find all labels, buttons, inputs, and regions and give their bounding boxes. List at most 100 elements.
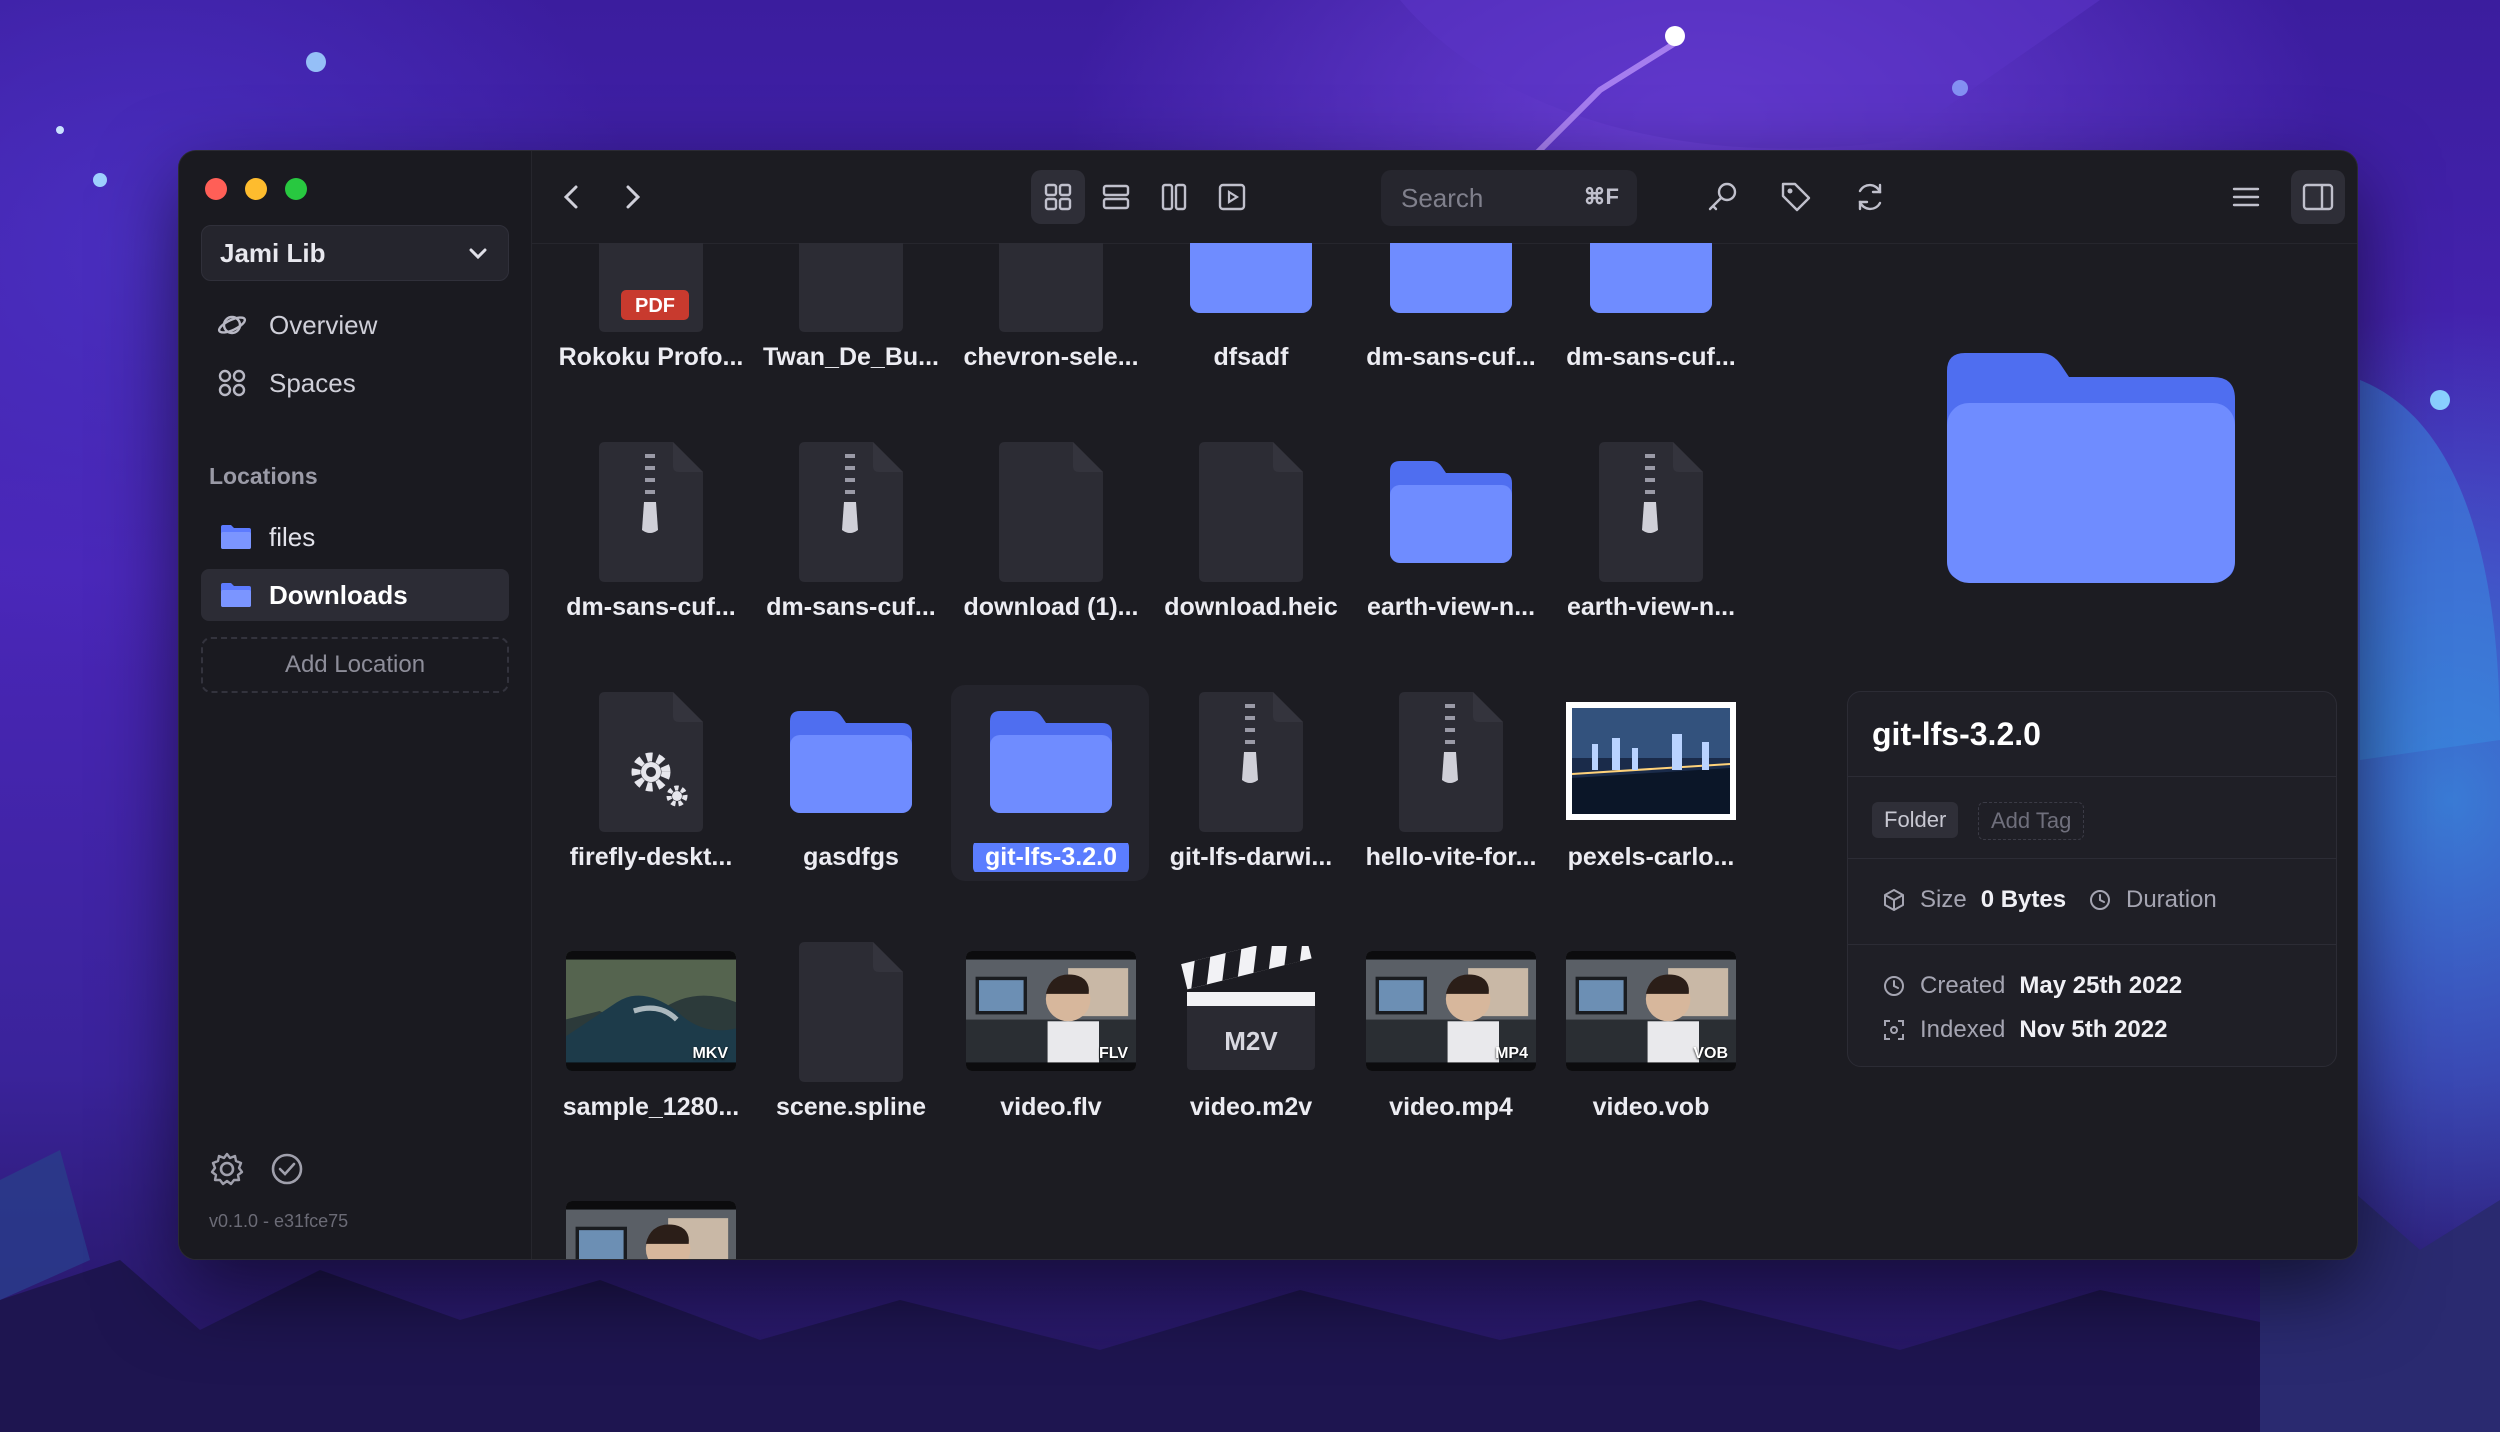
duration-row: Duration: [2088, 886, 2217, 914]
file-name-text: download.heic: [1164, 593, 1338, 621]
gear-icon[interactable]: [209, 1151, 245, 1187]
kind-badge: Folder: [1872, 802, 1959, 838]
file-item[interactable]: download.heic: [1151, 441, 1351, 641]
location-downloads[interactable]: Downloads: [201, 569, 509, 621]
zoom-window-button[interactable]: [285, 178, 307, 200]
scan-icon: [1884, 1020, 1904, 1040]
file-item[interactable]: VOB video.vob: [1551, 941, 1751, 1141]
file-name-text: firefly-deskt...: [569, 843, 733, 871]
file-name: video.m2v: [1141, 1093, 1361, 1122]
list-view-button[interactable]: [1089, 170, 1143, 224]
search-field[interactable]: ⌘F: [1381, 170, 1637, 226]
file-item[interactable]: dm-sans-cuf...: [551, 441, 751, 641]
file-name-text: earth-view-n...: [1566, 593, 1736, 621]
add-tag-button[interactable]: Add Tag: [1978, 802, 2085, 840]
grid-circles-icon: [218, 369, 246, 397]
sidebar-item-overview[interactable]: Overview: [217, 305, 377, 345]
executable-file-icon: [551, 691, 751, 832]
library-selector[interactable]: Jami Lib: [201, 225, 509, 281]
video-thumbnail: FLV: [951, 941, 1151, 1081]
back-button[interactable]: [545, 170, 599, 224]
file-item[interactable]: hello-vite-for...: [1351, 691, 1551, 891]
file-name-text: git-lfs-3.2.0: [973, 843, 1129, 872]
file-item[interactable]: git-lfs-darwi...: [1151, 691, 1351, 891]
folder-icon: [1351, 243, 1551, 331]
file-name: Rokoku Profo...: [541, 343, 761, 372]
video-thumbnail: [551, 1191, 751, 1259]
file-name-text: pexels-carlo...: [1567, 843, 1735, 871]
file-item[interactable]: dm-sans-cuf...: [751, 441, 951, 641]
file-name-text: dm-sans-cuf...: [766, 593, 936, 621]
clock-icon: [1884, 976, 1904, 996]
close-window-button[interactable]: [205, 178, 227, 200]
size-row: Size 0 Bytes: [1882, 886, 2066, 914]
folder-icon: [221, 525, 251, 549]
file-item[interactable]: gasdfgs: [751, 691, 951, 891]
indexed-row: Indexed Nov 5th 2022: [1882, 1016, 2167, 1044]
duration-label: Duration: [2126, 886, 2217, 913]
forward-button[interactable]: [605, 170, 659, 224]
file-item[interactable]: dm-sans-cuf...: [1551, 243, 1751, 391]
created-label: Created: [1920, 972, 2006, 999]
file-item[interactable]: git-lfs-3.2.0: [951, 685, 1151, 891]
file-item[interactable]: scene.spline: [751, 941, 951, 1141]
file-item[interactable]: dm-sans-cuf...: [1351, 243, 1551, 391]
file-name: dm-sans-cuf...: [541, 593, 761, 622]
file-name-text: chevron-sele...: [963, 343, 1139, 371]
key-icon: [1708, 182, 1737, 211]
columns-view-button[interactable]: [1147, 170, 1201, 224]
sidebar-item-label: Overview: [269, 309, 378, 340]
file-item[interactable]: M2V video.m2v: [1151, 941, 1351, 1141]
file-item[interactable]: FLV video.flv: [951, 941, 1151, 1141]
svg-text:PDF: PDF: [635, 295, 675, 317]
size-label: Size: [1920, 886, 1967, 913]
folder-icon: [1551, 243, 1751, 331]
add-location-button[interactable]: Add Location: [201, 637, 509, 693]
tag-button[interactable]: [1769, 170, 1823, 224]
grid-view-button[interactable]: [1031, 170, 1085, 224]
file-name: earth-view-n...: [1541, 593, 1761, 622]
file-name: chevron-sele...: [941, 343, 1161, 372]
check-circle-icon[interactable]: [269, 1151, 305, 1187]
folder-preview-icon: [1947, 353, 2235, 583]
file-item[interactable]: download (1)...: [951, 441, 1151, 641]
file-item[interactable]: MKV sample_1280...: [551, 941, 751, 1141]
file-name: sample_1280...: [541, 1093, 761, 1122]
file-name: dm-sans-cuf...: [1541, 343, 1761, 372]
file-item[interactable]: chevron-sele...: [951, 243, 1151, 391]
planet-icon: [217, 315, 247, 335]
search-input[interactable]: [1399, 181, 1553, 215]
video-thumbnail: MKV: [551, 941, 751, 1081]
file-name-text: video.m2v: [1189, 1093, 1313, 1121]
file-item[interactable]: Twan_De_Bu...: [751, 243, 951, 391]
file-item[interactable]: firefly-deskt...: [551, 691, 751, 891]
location-label: Downloads: [269, 579, 408, 610]
refresh-button[interactable]: [1843, 170, 1897, 224]
file-item[interactable]: PDF Rokoku Profo...: [551, 243, 751, 391]
svg-text:M2V: M2V: [1224, 1026, 1278, 1056]
file-name: dm-sans-cuf...: [1341, 343, 1561, 372]
file-item[interactable]: MP4 video.mp4: [1351, 941, 1551, 1141]
menu-button[interactable]: [2219, 170, 2273, 224]
minimize-window-button[interactable]: [245, 178, 267, 200]
file-name-text: dm-sans-cuf...: [1566, 343, 1736, 371]
file-item[interactable]: earth-view-n...: [1551, 441, 1751, 641]
file-item[interactable]: earth-view-n...: [1351, 441, 1551, 641]
file-name-text: earth-view-n...: [1366, 593, 1536, 621]
app-window: Jami Lib Overview Spaces Locations files…: [178, 150, 2358, 1260]
file-name-text: download (1)...: [963, 593, 1139, 621]
sidebar-item-spaces[interactable]: Spaces: [217, 363, 356, 403]
sidebar: Jami Lib Overview Spaces Locations files…: [179, 151, 532, 1259]
media-view-button[interactable]: [1205, 170, 1259, 224]
toggle-inspector-button[interactable]: [2291, 170, 2345, 224]
file-item[interactable]: pexels-carlo...: [1551, 691, 1751, 891]
file-grid: PDF Rokoku Profo... Twan_De_Bu... chevron-s…: [531, 243, 2009, 1259]
file-item[interactable]: dfsadf: [1151, 243, 1351, 391]
file-icon: [951, 243, 1151, 332]
location-files[interactable]: files: [201, 511, 509, 563]
file-name: download.heic: [1141, 593, 1361, 622]
file-name: video.flv: [941, 1093, 1161, 1122]
cube-icon: [1884, 889, 1904, 911]
key-button[interactable]: [1695, 170, 1749, 224]
file-item[interactable]: [551, 1191, 751, 1259]
